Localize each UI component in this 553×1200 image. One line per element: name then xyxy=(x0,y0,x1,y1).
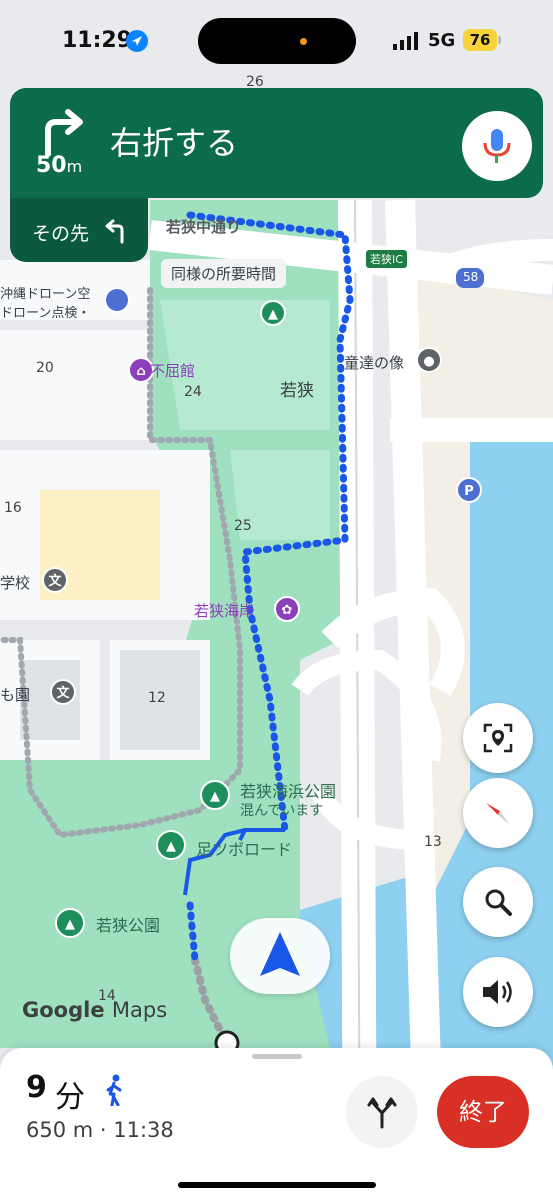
turn-left-icon xyxy=(105,219,124,244)
voice-search-button[interactable] xyxy=(462,111,532,181)
maps-wordmark: Maps xyxy=(111,998,168,1022)
alternate-routes-button[interactable] xyxy=(346,1076,418,1148)
interchange-label: 若狭IC xyxy=(366,250,407,268)
map-label-number: 25 xyxy=(234,518,252,534)
google-maps-logo: Google Maps xyxy=(22,998,167,1022)
sound-button[interactable] xyxy=(463,957,533,1027)
distance-value: 50 xyxy=(36,153,67,178)
signal-icon xyxy=(393,32,418,50)
turn-right-icon xyxy=(45,109,83,157)
map-street-label: 若狭中通り xyxy=(166,218,242,236)
kindergarten-label: も園 xyxy=(0,686,31,704)
scan-location-icon xyxy=(483,723,513,753)
same-time-callout[interactable]: 同様の所要時間 xyxy=(161,259,287,288)
map-label-number: 13 xyxy=(424,834,442,850)
network-type: 5G xyxy=(428,30,456,51)
route-shield-label: 58 xyxy=(463,270,479,284)
statue-label: 童達の像 xyxy=(344,354,405,372)
park-tree-icon[interactable]: ▲ xyxy=(260,300,286,326)
business-icon[interactable] xyxy=(104,287,130,313)
turn-distance: 50m xyxy=(36,153,82,178)
park-tree-icon[interactable]: ▲ xyxy=(200,780,230,810)
search-icon xyxy=(485,889,512,916)
parking-icon[interactable]: P xyxy=(456,477,482,503)
park-tree-icon[interactable]: ▲ xyxy=(156,830,186,860)
museum-label: 不屈館 xyxy=(150,362,196,380)
map-label-number: 24 xyxy=(184,384,202,400)
sheet-grabber[interactable] xyxy=(252,1054,302,1059)
google-wordmark: Google xyxy=(22,998,105,1022)
eta-minutes: 9 xyxy=(26,1070,47,1105)
home-indicator[interactable] xyxy=(178,1182,376,1188)
park-label: 若狭公園 xyxy=(96,916,161,935)
fork-routes-icon xyxy=(367,1097,397,1129)
distance-unit: m xyxy=(66,157,83,176)
school-label: 学校 xyxy=(0,574,31,592)
walking-person-icon xyxy=(106,1074,122,1106)
business-label: 沖縄ドローン空 xyxy=(0,287,91,302)
landmark-icon[interactable]: ● xyxy=(416,347,442,373)
turn-instruction: 右折する xyxy=(110,124,239,162)
trip-distance-arrival: 650 m · 11:38 xyxy=(26,1118,174,1142)
compass-icon xyxy=(486,803,510,825)
map-label-number: 16 xyxy=(4,500,22,516)
compass-button[interactable] xyxy=(463,778,533,848)
map-label-number: 12 xyxy=(148,690,166,706)
path-label: 足ツボロード xyxy=(196,840,293,859)
current-position-marker[interactable] xyxy=(230,918,330,994)
area-label: 若狭 xyxy=(280,381,314,401)
attraction-icon[interactable]: ✿ xyxy=(274,596,300,622)
end-navigation-button[interactable]: 終了 xyxy=(437,1076,529,1148)
search-button[interactable] xyxy=(463,867,533,937)
school-icon[interactable]: 文 xyxy=(42,567,68,593)
dynamic-island xyxy=(198,18,356,64)
beach-label: 若狭海岸 xyxy=(194,602,255,620)
battery-cap xyxy=(498,36,501,44)
eta-unit: 分 xyxy=(55,1080,85,1115)
location-arrow-icon xyxy=(126,30,148,52)
recenter-location-button[interactable] xyxy=(463,703,533,773)
map-label-number: 20 xyxy=(36,360,54,376)
mic-icon xyxy=(483,129,511,163)
park-tree-icon[interactable]: ▲ xyxy=(55,908,85,938)
then-label: その先 xyxy=(32,223,90,245)
school-icon[interactable]: 文 xyxy=(50,679,76,705)
crowd-status-label: 混んでいます xyxy=(240,803,324,819)
speaker-icon xyxy=(483,980,512,1004)
privacy-indicator xyxy=(300,38,307,45)
navigation-arrow-icon xyxy=(260,932,300,976)
battery-indicator: 76 xyxy=(463,29,497,51)
status-time: 11:29 xyxy=(62,28,133,53)
business-label: ドローン点検・ xyxy=(0,306,91,321)
park-label: 若狭海浜公園 xyxy=(240,782,337,801)
